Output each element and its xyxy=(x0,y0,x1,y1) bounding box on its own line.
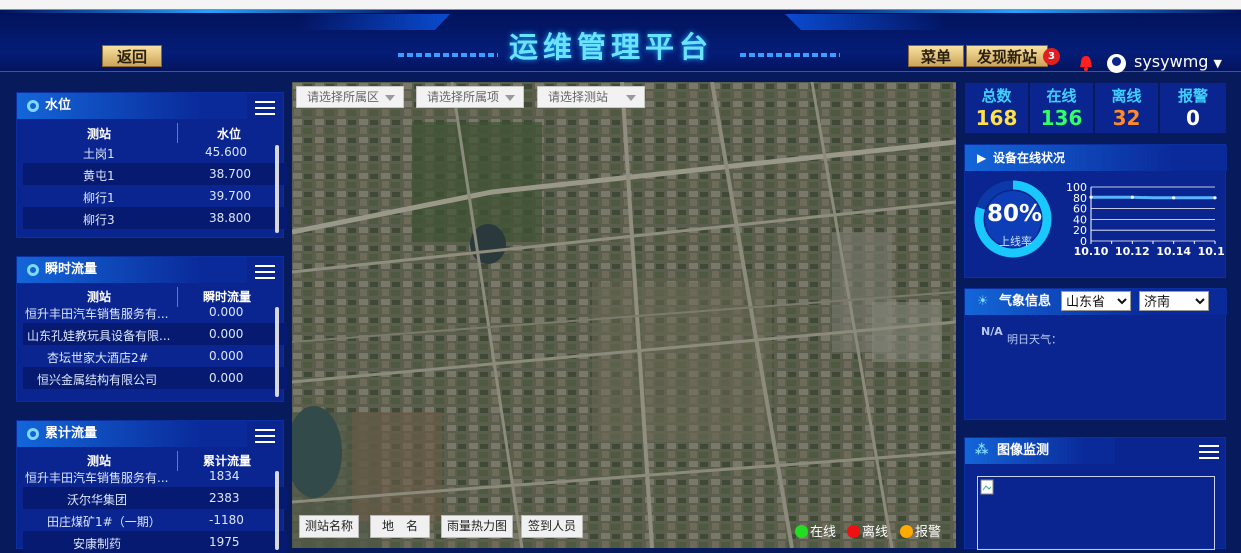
title-deco-left xyxy=(398,53,498,57)
header-deco-right xyxy=(785,14,945,30)
broken-image-icon xyxy=(980,479,994,495)
col-level: 水位 xyxy=(217,127,242,141)
header-deco-left xyxy=(300,14,450,30)
username: sysywmg xyxy=(1134,52,1209,71)
map-imagery xyxy=(292,82,956,548)
online-trend-chart: 10080604020010.1010.1210.1410.16 xyxy=(1066,181,1225,258)
gear-icon xyxy=(27,100,39,112)
satellite-map[interactable] xyxy=(292,82,956,548)
water-level-menu-icon[interactable] xyxy=(255,101,275,115)
signin-staff-button[interactable]: 签到人员 xyxy=(521,515,583,538)
flag-icon: ▶ xyxy=(977,151,987,165)
image-monitor-menu-icon[interactable] xyxy=(1199,445,1219,459)
instant-flow-menu-icon[interactable] xyxy=(255,265,275,279)
scrollbar[interactable] xyxy=(275,307,279,397)
stat-online: 在线 136 xyxy=(1030,83,1093,133)
instant-flow-title: 瞬时流量 xyxy=(45,262,98,277)
notification-badge: 3 xyxy=(1043,48,1060,65)
back-button[interactable]: 返回 xyxy=(102,45,162,67)
table-row[interactable]: 田庄煤矿1#（一期） -1180 xyxy=(23,509,287,531)
city-select[interactable]: 济南 xyxy=(1139,291,1209,311)
table-row[interactable]: 恒升丰田汽车销售服务有... 0.000 xyxy=(23,301,287,323)
weather-panel: ☀ 气象信息 山东省 济南 N/A 明日天气： xyxy=(964,288,1227,420)
online-rate-value: 80% xyxy=(987,201,1043,227)
table-row[interactable]: 山东孔娃教玩具设备有限... 0.000 xyxy=(23,323,287,345)
data-point xyxy=(1172,196,1176,200)
stat-offline: 离线 32 xyxy=(1095,83,1158,133)
scrollbar[interactable] xyxy=(275,471,279,550)
x-tick-label: 10.14 xyxy=(1156,245,1191,258)
legend-alarm: 报警 xyxy=(900,521,941,540)
place-name-button[interactable]: 地 名 xyxy=(370,515,430,538)
online-status-panel: ▶ 设备在线状况 80% 上线率 100 80 60 40 20 0 10.10 10.12 10… xyxy=(964,144,1227,278)
station-name-button[interactable]: 测站名称 xyxy=(299,515,359,538)
tomorrow-weather-label: 明日天气： xyxy=(1007,333,1062,346)
legend-online: 在线 xyxy=(795,521,836,540)
bell-icon[interactable] xyxy=(1077,54,1095,72)
data-point xyxy=(1130,195,1134,199)
col-station: 测站 xyxy=(87,127,112,141)
instant-flow-header: 瞬时流量 xyxy=(17,257,247,283)
header: 运维管理平台 返回 菜单 发现新站 3 sysywmg ▼ xyxy=(0,10,1241,73)
alarm-dot-icon xyxy=(900,525,913,538)
province-select[interactable]: 山东省 xyxy=(1061,291,1131,311)
district-select[interactable]: 请选择所属区 xyxy=(296,86,404,108)
browser-top-strip xyxy=(0,0,1241,10)
project-select[interactable]: 请选择所属项 xyxy=(416,86,524,108)
rain-heatmap-button[interactable]: 雨量热力图 xyxy=(441,515,513,538)
x-tick-label: 10.16 xyxy=(1198,245,1225,258)
page-title: 运维管理平台 xyxy=(509,30,714,64)
image-monitor-panel: ⁂ 图像监测 xyxy=(964,437,1226,550)
table-row[interactable]: 安康制药 1975 xyxy=(23,531,287,553)
x-tick-label: 10.12 xyxy=(1115,245,1150,258)
legend-offline: 离线 xyxy=(847,521,888,540)
chevron-down-icon: ▼ xyxy=(1213,57,1222,70)
station-select[interactable]: 请选择测站 xyxy=(537,86,645,108)
cumulative-flow-title: 累计流量 xyxy=(45,426,98,441)
water-level-header: 水位 xyxy=(17,93,247,119)
table-row[interactable]: 柳行1 39.700 xyxy=(23,185,287,207)
header-glow-left xyxy=(0,10,420,13)
water-level-panel: 水位 测站 水位 土岗1 45.600 黄屯1 38.700 柳行1 39.700 柳… xyxy=(16,92,287,238)
cumulative-flow-menu-icon[interactable] xyxy=(255,429,275,443)
instant-flow-panel: 瞬时流量 测站 瞬时流量 恒升丰田汽车销售服务有... 0.000 山东孔娃教玩具… xyxy=(16,256,287,402)
table-row[interactable]: 柳行3 38.800 xyxy=(23,207,287,229)
data-point xyxy=(1213,196,1217,200)
camera-image[interactable] xyxy=(977,476,1215,550)
table-row[interactable]: 杏坛世家大酒店2# 0.000 xyxy=(23,345,287,367)
header-glow-right xyxy=(790,10,1241,13)
table-row[interactable]: 黄屯1 38.700 xyxy=(23,163,287,185)
table-row[interactable]: 土岗1 45.600 xyxy=(23,141,287,163)
stat-total: 总数 168 xyxy=(965,83,1028,133)
offline-dot-icon xyxy=(847,525,860,538)
data-point xyxy=(1089,195,1093,199)
col-divider xyxy=(177,123,178,143)
water-level-title: 水位 xyxy=(45,98,72,113)
sun-icon: ☀ xyxy=(977,294,989,309)
user-avatar-icon[interactable] xyxy=(1107,54,1126,73)
cumulative-flow-header: 累计流量 xyxy=(17,421,247,447)
table-row[interactable]: 沃尔华集团 2383 xyxy=(23,487,287,509)
gear-icon xyxy=(27,264,39,276)
discover-station-button[interactable]: 发现新站 xyxy=(966,45,1048,67)
online-rate-label: 上线率 xyxy=(999,235,1032,248)
x-tick-label: 10.10 xyxy=(1074,245,1109,258)
online-status-header: ▶ 设备在线状况 xyxy=(965,145,1227,171)
menu-button[interactable]: 菜单 xyxy=(908,45,964,67)
gear-icon xyxy=(27,428,39,440)
image-monitor-icon: ⁂ xyxy=(975,443,989,458)
cumulative-flow-panel: 累计流量 测站 累计流量 恒升丰田汽车销售服务有... 1834 沃尔华集团 238… xyxy=(16,420,287,553)
scrollbar[interactable] xyxy=(275,145,279,233)
weather-na: N/A xyxy=(981,325,1003,338)
table-row[interactable]: 恒兴金属结构有限公司 0.000 xyxy=(23,367,287,389)
stat-alarm: 报警 0 xyxy=(1160,83,1226,133)
user-menu[interactable]: sysywmg ▼ xyxy=(1134,52,1222,71)
table-row[interactable]: 恒升丰田汽车销售服务有... 1834 xyxy=(23,465,287,487)
title-deco-right xyxy=(740,53,840,57)
image-monitor-header: ⁂ 图像监测 xyxy=(965,438,1115,464)
online-dot-icon xyxy=(795,525,808,538)
series-line xyxy=(1091,195,1215,200)
